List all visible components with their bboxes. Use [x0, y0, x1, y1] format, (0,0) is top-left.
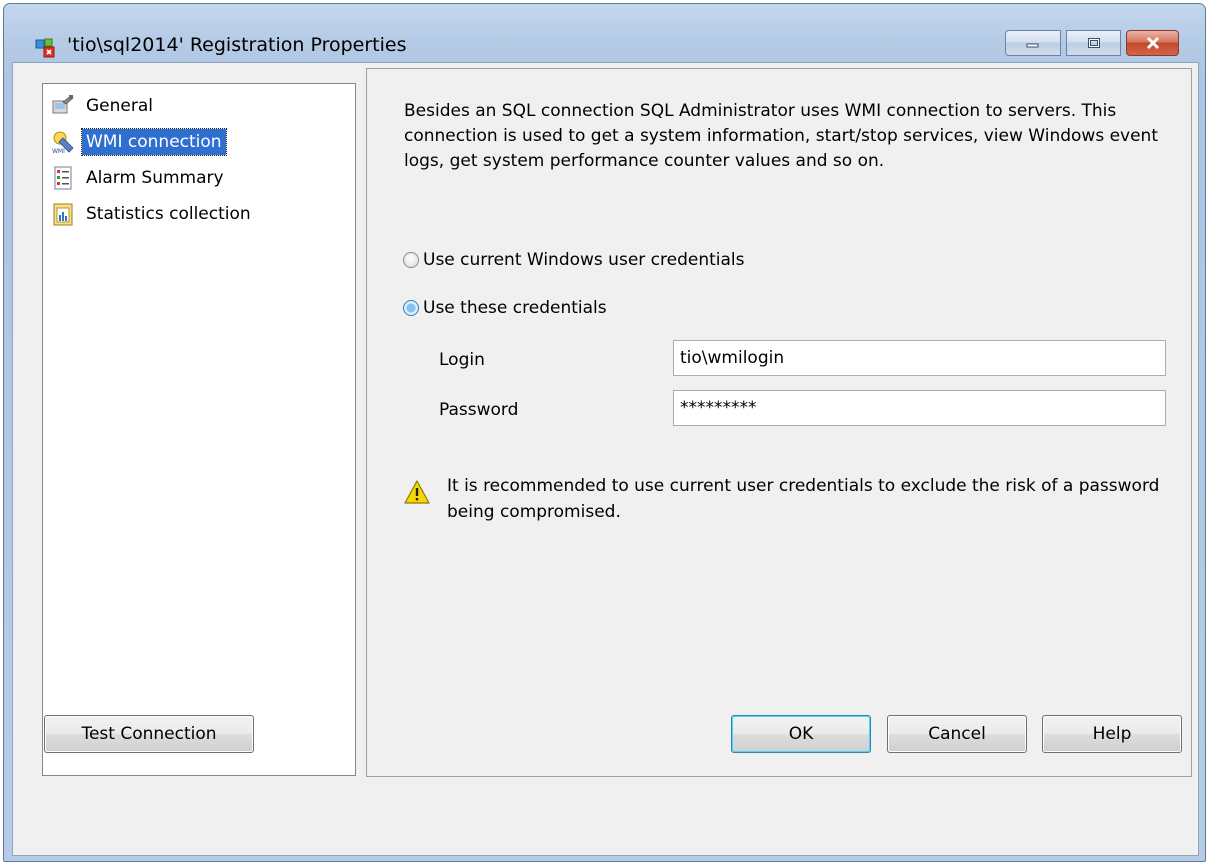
window-title: 'tio\sql2014' Registration Properties: [67, 34, 407, 56]
wmi-connection-page: Besides an SQL connection SQL Administra…: [366, 68, 1192, 777]
password-label: Password: [439, 400, 519, 420]
registration-properties-window: 'tio\sql2014' Registration Properties Ge…: [3, 3, 1206, 862]
registration-app-icon: [35, 38, 55, 58]
ok-button[interactable]: OK: [731, 715, 871, 753]
cancel-button[interactable]: Cancel: [887, 715, 1027, 753]
password-input[interactable]: [673, 390, 1166, 426]
radio-these-credentials[interactable]: Use these credentials: [403, 298, 607, 318]
svg-text:WMI: WMI: [52, 148, 65, 154]
alarm-summary-icon: [54, 166, 72, 190]
close-button[interactable]: [1126, 30, 1179, 56]
nav-item-label: Alarm Summary: [86, 168, 224, 188]
dialog-client-area: General WMI WMI connection Alarm Summary: [12, 62, 1199, 856]
close-icon: [1127, 31, 1178, 55]
maximize-icon: [1067, 31, 1120, 55]
general-icon: [52, 95, 74, 114]
page-description: Besides an SQL connection SQL Administra…: [404, 101, 1158, 171]
statistics-icon: [53, 203, 73, 226]
radio-current-credentials[interactable]: Use current Windows user credentials: [403, 250, 745, 270]
maximize-button[interactable]: [1066, 30, 1121, 56]
nav-item-label: WMI connection: [81, 128, 227, 156]
radio-current-credentials-control[interactable]: [403, 252, 419, 268]
warning-icon: [404, 480, 430, 504]
nav-item-label: Statistics collection: [86, 204, 251, 224]
nav-item-general[interactable]: General: [51, 90, 157, 122]
nav-item-statistics-collection[interactable]: Statistics collection: [51, 198, 255, 230]
test-connection-button[interactable]: Test Connection: [44, 715, 254, 753]
nav-item-alarm-summary[interactable]: Alarm Summary: [51, 162, 228, 194]
minimize-button[interactable]: [1005, 30, 1061, 56]
minimize-icon: [1006, 31, 1060, 55]
nav-item-wmi-connection[interactable]: WMI WMI connection: [51, 126, 227, 158]
login-label: Login: [439, 350, 485, 370]
nav-item-label: General: [86, 96, 153, 116]
radio-current-credentials-label: Use current Windows user credentials: [423, 250, 745, 270]
radio-these-credentials-control[interactable]: [403, 300, 419, 316]
help-button[interactable]: Help: [1042, 715, 1182, 753]
login-input[interactable]: [673, 340, 1166, 376]
radio-these-credentials-label: Use these credentials: [423, 298, 607, 318]
wmi-icon: WMI: [52, 131, 74, 154]
warning-text: It is recommended to use current user cr…: [447, 476, 1160, 522]
section-list: General WMI WMI connection Alarm Summary: [42, 83, 356, 776]
